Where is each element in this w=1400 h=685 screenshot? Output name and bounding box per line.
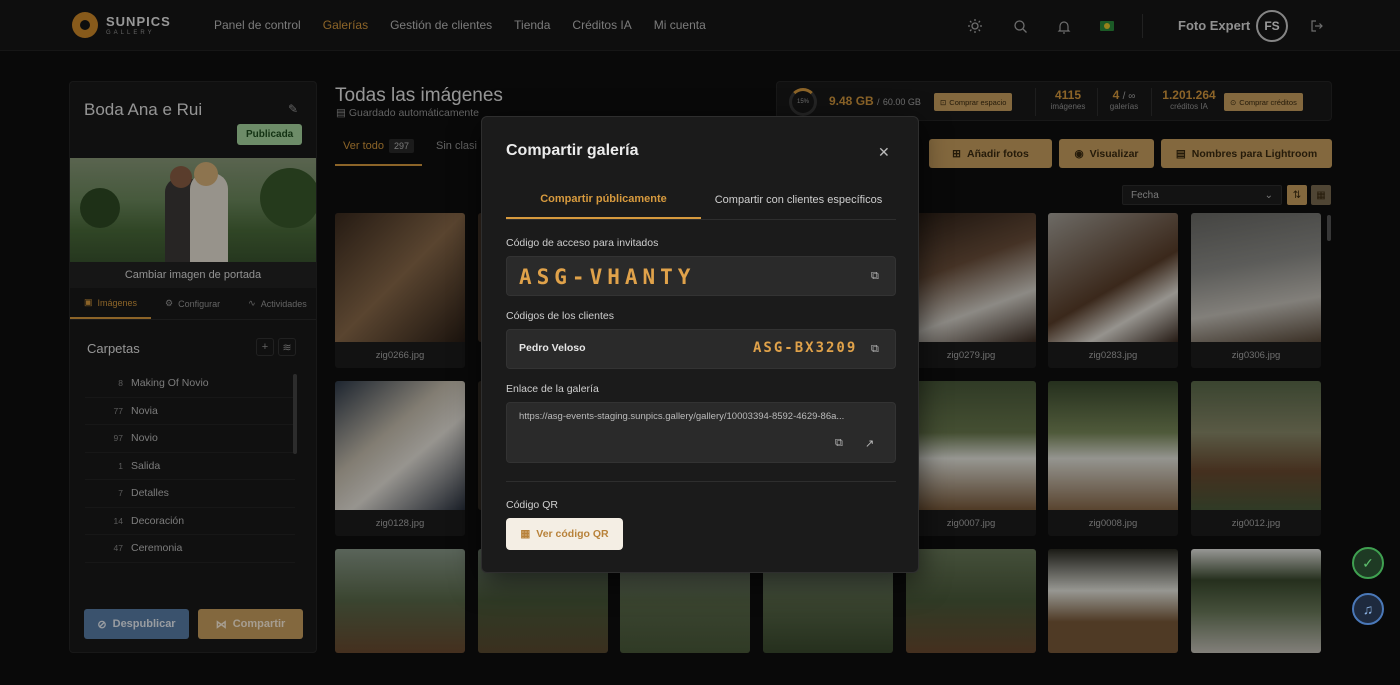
client-code: ASG-BX3209 (753, 340, 858, 356)
share-gallery-modal: Compartir galería ✕ Compartir públicamen… (481, 116, 919, 573)
tab-share-public[interactable]: Compartir públicamente (506, 183, 701, 219)
client-code-row: Pedro Veloso ASG-BX3209 ⧉ (506, 329, 896, 369)
bell-icon: ♫ (1362, 601, 1374, 617)
modal-title: Compartir galería (506, 142, 639, 159)
close-icon[interactable]: ✕ (878, 144, 890, 161)
success-fab[interactable]: ✓ (1352, 547, 1384, 579)
notifications-fab[interactable]: ♫ (1352, 593, 1384, 625)
guest-code-label: Código de acceso para invitados (506, 237, 659, 249)
gallery-link-box: https://asg-events-staging.sunpics.galle… (506, 402, 896, 463)
modal-divider (506, 481, 896, 482)
copy-icon[interactable]: ⧉ (871, 270, 879, 283)
view-qr-label: Ver código QR (536, 528, 609, 540)
share-tabs: Compartir públicamente Compartir con cli… (506, 183, 896, 220)
client-codes-label: Códigos de los clientes (506, 310, 614, 322)
copy-icon[interactable]: ⧉ (835, 437, 843, 450)
guest-code: ASG-VHANTY (519, 265, 696, 289)
client-name: Pedro Veloso (519, 342, 586, 354)
qr-label: Código QR (506, 499, 558, 511)
qr-icon: ▦ (520, 528, 531, 540)
view-qr-button[interactable]: ▦ Ver código QR (506, 518, 623, 550)
gallery-link[interactable]: https://asg-events-staging.sunpics.galle… (519, 411, 883, 422)
tab-share-clients[interactable]: Compartir con clientes específicos (701, 183, 896, 219)
copy-icon[interactable]: ⧉ (871, 343, 879, 356)
external-link-icon[interactable]: ↗ (865, 437, 874, 450)
check-icon: ✓ (1362, 554, 1374, 571)
gallery-link-label: Enlace de la galería (506, 383, 599, 395)
guest-code-box: ASG-VHANTY ⧉ (506, 256, 896, 296)
